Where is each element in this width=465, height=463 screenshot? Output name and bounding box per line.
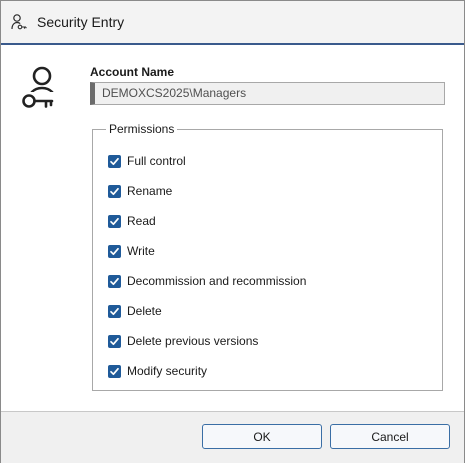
permission-delete-previous-versions[interactable]: Delete previous versions: [108, 333, 258, 349]
permission-full-control[interactable]: Full control: [108, 153, 186, 169]
user-key-icon: [20, 65, 60, 113]
permission-label: Rename: [127, 184, 173, 198]
checkbox-checked-icon[interactable]: [108, 154, 121, 168]
cancel-button[interactable]: Cancel: [330, 424, 450, 449]
permission-modify-security[interactable]: Modify security: [108, 363, 207, 379]
window-title: Security Entry: [37, 14, 125, 30]
ok-button[interactable]: OK: [202, 424, 322, 449]
checkbox-checked-icon[interactable]: [108, 184, 121, 198]
permission-decommission[interactable]: Decommission and recommission: [108, 273, 306, 289]
checkbox-checked-icon[interactable]: [108, 244, 121, 258]
permission-label: Delete previous versions: [127, 334, 259, 348]
permission-label: Delete: [127, 304, 162, 318]
permission-delete[interactable]: Delete: [108, 303, 162, 319]
title-bar: Security Entry: [1, 1, 464, 45]
dialog-content: Account Name DEMOXCS2025\Managers Permis…: [1, 47, 464, 411]
user-key-icon: [10, 13, 28, 31]
permissions-legend: Permissions: [106, 122, 178, 136]
permissions-group: Permissions Full control Rename Read Wri…: [92, 122, 443, 391]
permission-label: Read: [127, 214, 156, 228]
account-name-label: Account Name: [90, 65, 175, 79]
permission-label: Decommission and recommission: [127, 274, 307, 288]
checkbox-checked-icon[interactable]: [108, 364, 121, 378]
permission-label: Modify security: [127, 364, 208, 378]
dialog-footer: OK Cancel: [1, 411, 464, 463]
permission-label: Write: [127, 244, 155, 258]
account-name-field[interactable]: DEMOXCS2025\Managers: [90, 82, 445, 105]
permission-rename[interactable]: Rename: [108, 183, 172, 199]
checkbox-checked-icon[interactable]: [108, 334, 121, 348]
permission-write[interactable]: Write: [108, 243, 155, 259]
checkbox-checked-icon[interactable]: [108, 304, 121, 318]
permission-label: Full control: [127, 154, 186, 168]
checkbox-checked-icon[interactable]: [108, 274, 121, 288]
security-entry-dialog: Security Entry Account Name DEMOXCS2025\…: [0, 0, 465, 463]
checkbox-checked-icon[interactable]: [108, 214, 121, 228]
permission-read[interactable]: Read: [108, 213, 156, 229]
